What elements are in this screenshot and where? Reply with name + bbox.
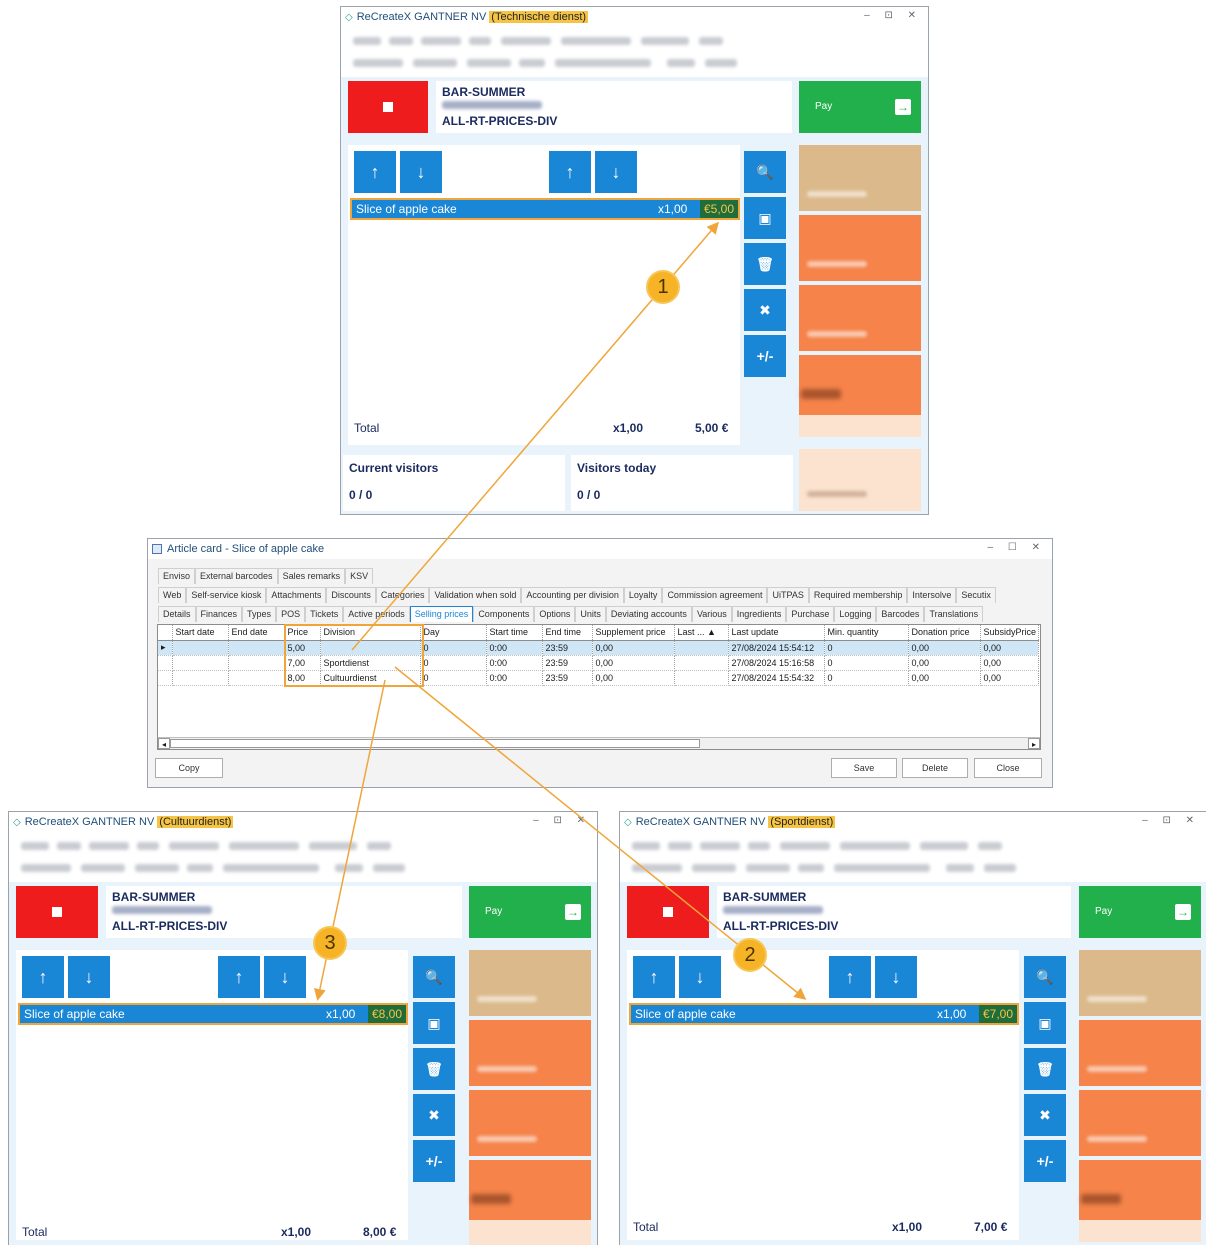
callout-badge-2: 2 — [733, 938, 767, 972]
callout-badge-1: 1 — [646, 270, 680, 304]
callout-arrows — [313, 221, 807, 1001]
callout-badge-3: 3 — [313, 926, 347, 960]
